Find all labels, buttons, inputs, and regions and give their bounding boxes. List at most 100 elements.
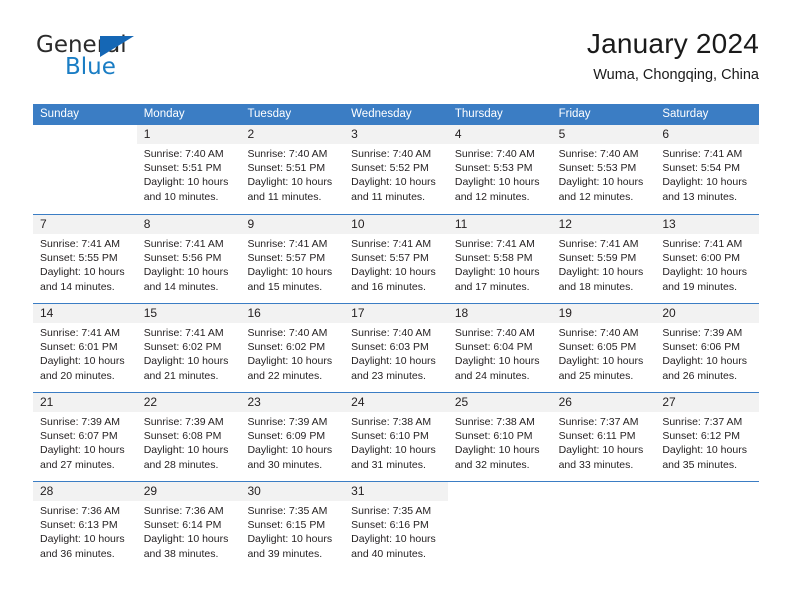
day-info: Sunrise: 7:41 AM Sunset: 5:57 PM Dayligh…	[344, 234, 448, 294]
daylight-text-line2: and 18 minutes.	[558, 280, 634, 293]
day-cell[interactable]: 14 Sunrise: 7:41 AM Sunset: 6:01 PM Dayl…	[33, 304, 137, 392]
day-number: 6	[655, 125, 760, 144]
day-cell[interactable]: 28 Sunrise: 7:36 AM Sunset: 6:13 PM Dayl…	[33, 482, 137, 570]
day-cell[interactable]: 31 Sunrise: 7:35 AM Sunset: 6:16 PM Dayl…	[344, 482, 448, 570]
day-cell[interactable]: 17 Sunrise: 7:40 AM Sunset: 6:03 PM Dayl…	[344, 304, 448, 392]
sunrise-text: Sunrise: 7:36 AM	[40, 505, 120, 517]
weekday-header-row: Sunday Monday Tuesday Wednesday Thursday…	[33, 104, 759, 125]
daylight-text-line2: and 39 minutes.	[247, 547, 323, 560]
daylight-text-line1: Daylight: 10 hours	[40, 355, 125, 368]
day-number: 31	[344, 482, 448, 501]
day-info: Sunrise: 7:40 AM Sunset: 6:04 PM Dayligh…	[448, 323, 552, 383]
day-info: Sunrise: 7:41 AM Sunset: 6:01 PM Dayligh…	[33, 323, 137, 383]
day-cell[interactable]: 1 Sunrise: 7:40 AM Sunset: 5:51 PM Dayli…	[136, 125, 241, 214]
day-info: Sunrise: 7:36 AM Sunset: 6:14 PM Dayligh…	[137, 501, 241, 561]
day-cell[interactable]: 11 Sunrise: 7:41 AM Sunset: 5:58 PM Dayl…	[447, 215, 552, 303]
sunset-text: Sunset: 5:58 PM	[454, 252, 533, 265]
day-cell[interactable]: 21 Sunrise: 7:39 AM Sunset: 6:07 PM Dayl…	[33, 393, 137, 481]
sunrise-text: Sunrise: 7:41 AM	[143, 327, 224, 339]
day-cell[interactable]: 4 Sunrise: 7:40 AM Sunset: 5:53 PM Dayli…	[447, 125, 552, 214]
daylight-text-line2: and 14 minutes.	[143, 280, 219, 293]
daylight-text-line2: and 20 minutes.	[40, 369, 115, 382]
day-cell[interactable]: 2 Sunrise: 7:40 AM Sunset: 5:51 PM Dayli…	[240, 125, 345, 214]
day-info: Sunrise: 7:39 AM Sunset: 6:09 PM Dayligh…	[240, 412, 344, 472]
day-info: Sunrise: 7:37 AM Sunset: 6:11 PM Dayligh…	[552, 412, 656, 472]
sunrise-text: Sunrise: 7:37 AM	[558, 416, 639, 428]
daylight-text-line2: and 25 minutes.	[558, 369, 634, 382]
day-cell[interactable]: 16 Sunrise: 7:40 AM Sunset: 6:02 PM Dayl…	[240, 304, 345, 392]
sunrise-text: Sunrise: 7:40 AM	[558, 148, 639, 160]
daylight-text-line2: and 17 minutes.	[454, 280, 530, 293]
day-info: Sunrise: 7:40 AM Sunset: 6:03 PM Dayligh…	[344, 323, 448, 383]
day-cell[interactable]: 25 Sunrise: 7:38 AM Sunset: 6:10 PM Dayl…	[447, 393, 552, 481]
calendar-grid: Sunday Monday Tuesday Wednesday Thursday…	[33, 104, 760, 570]
day-cell[interactable]: 8 Sunrise: 7:41 AM Sunset: 5:56 PM Dayli…	[136, 215, 241, 303]
day-cell[interactable]: 5 Sunrise: 7:40 AM Sunset: 5:53 PM Dayli…	[551, 125, 656, 214]
day-info: Sunrise: 7:41 AM Sunset: 5:58 PM Dayligh…	[448, 234, 552, 294]
daylight-text-line2: and 23 minutes.	[351, 369, 426, 382]
daylight-text-line2: and 28 minutes.	[143, 458, 219, 471]
daylight-text-line2: and 35 minutes.	[662, 458, 738, 471]
daylight-text-line2: and 32 minutes.	[454, 458, 530, 471]
day-cell[interactable]: 27 Sunrise: 7:37 AM Sunset: 6:12 PM Dayl…	[655, 393, 760, 481]
day-cell-empty	[551, 482, 656, 570]
daylight-text-line1: Daylight: 10 hours	[143, 176, 229, 189]
day-cell[interactable]: 9 Sunrise: 7:41 AM Sunset: 5:57 PM Dayli…	[240, 215, 345, 303]
sunset-text: Sunset: 6:12 PM	[662, 430, 740, 443]
sunrise-text: Sunrise: 7:41 AM	[143, 238, 224, 250]
day-info: Sunrise: 7:36 AM Sunset: 6:13 PM Dayligh…	[33, 501, 137, 561]
day-cell[interactable]: 13 Sunrise: 7:41 AM Sunset: 6:00 PM Dayl…	[655, 215, 760, 303]
day-number: 2	[240, 125, 345, 144]
day-cell[interactable]: 6 Sunrise: 7:41 AM Sunset: 5:54 PM Dayli…	[655, 125, 760, 214]
day-number: 26	[551, 393, 656, 412]
daylight-text-line2: and 40 minutes.	[351, 547, 426, 560]
day-info: Sunrise: 7:41 AM Sunset: 5:56 PM Dayligh…	[137, 234, 241, 294]
day-cell[interactable]: 12 Sunrise: 7:41 AM Sunset: 5:59 PM Dayl…	[551, 215, 656, 303]
day-number: 16	[240, 304, 345, 323]
daylight-text-line1: Daylight: 10 hours	[558, 266, 644, 279]
week-row: 21 Sunrise: 7:39 AM Sunset: 6:07 PM Dayl…	[33, 392, 760, 481]
daylight-text-line1: Daylight: 10 hours	[247, 444, 333, 457]
day-info: Sunrise: 7:38 AM Sunset: 6:10 PM Dayligh…	[344, 412, 448, 472]
day-info: Sunrise: 7:39 AM Sunset: 6:07 PM Dayligh…	[33, 412, 137, 472]
day-cell[interactable]: 22 Sunrise: 7:39 AM Sunset: 6:08 PM Dayl…	[136, 393, 241, 481]
weekday-header-friday: Friday	[558, 108, 591, 120]
day-cell[interactable]: 7 Sunrise: 7:41 AM Sunset: 5:55 PM Dayli…	[33, 215, 137, 303]
week-row: 28 Sunrise: 7:36 AM Sunset: 6:13 PM Dayl…	[33, 481, 760, 570]
sunrise-text: Sunrise: 7:37 AM	[662, 416, 743, 428]
weekday-header-tuesday: Tuesday	[247, 108, 292, 120]
daylight-text-line2: and 16 minutes.	[351, 280, 426, 293]
day-cell[interactable]: 19 Sunrise: 7:40 AM Sunset: 6:05 PM Dayl…	[551, 304, 656, 392]
day-number: 1	[136, 125, 241, 144]
sunset-text: Sunset: 6:08 PM	[143, 430, 222, 443]
day-cell[interactable]: 24 Sunrise: 7:38 AM Sunset: 6:10 PM Dayl…	[344, 393, 448, 481]
day-number: 9	[240, 215, 345, 234]
weekday-header-monday: Monday	[143, 108, 185, 120]
day-number: 11	[447, 215, 552, 234]
day-info: Sunrise: 7:41 AM Sunset: 5:55 PM Dayligh…	[33, 234, 137, 294]
day-cell[interactable]: 23 Sunrise: 7:39 AM Sunset: 6:09 PM Dayl…	[240, 393, 345, 481]
day-number: 18	[447, 304, 552, 323]
sunset-text: Sunset: 5:54 PM	[662, 162, 740, 175]
day-cell[interactable]: 26 Sunrise: 7:37 AM Sunset: 6:11 PM Dayl…	[551, 393, 656, 481]
day-cell[interactable]: 20 Sunrise: 7:39 AM Sunset: 6:06 PM Dayl…	[655, 304, 760, 392]
day-cell[interactable]: 10 Sunrise: 7:41 AM Sunset: 5:57 PM Dayl…	[344, 215, 448, 303]
sunset-text: Sunset: 6:04 PM	[454, 341, 533, 354]
sunrise-text: Sunrise: 7:39 AM	[40, 416, 120, 428]
daylight-text-line1: Daylight: 10 hours	[143, 444, 229, 457]
day-info: Sunrise: 7:41 AM Sunset: 6:00 PM Dayligh…	[655, 234, 759, 294]
day-info: Sunrise: 7:40 AM Sunset: 5:53 PM Dayligh…	[552, 144, 656, 204]
day-cell[interactable]: 3 Sunrise: 7:40 AM Sunset: 5:52 PM Dayli…	[344, 125, 448, 214]
sunrise-text: Sunrise: 7:41 AM	[662, 148, 743, 160]
day-cell[interactable]: 18 Sunrise: 7:40 AM Sunset: 6:04 PM Dayl…	[447, 304, 552, 392]
day-cell[interactable]: 15 Sunrise: 7:41 AM Sunset: 6:02 PM Dayl…	[136, 304, 241, 392]
week-row: 1 Sunrise: 7:40 AM Sunset: 5:51 PM Dayli…	[33, 125, 760, 214]
sunrise-text: Sunrise: 7:41 AM	[558, 238, 639, 250]
sunset-text: Sunset: 6:14 PM	[143, 519, 222, 532]
day-cell[interactable]: 29 Sunrise: 7:36 AM Sunset: 6:14 PM Dayl…	[136, 482, 241, 570]
day-cell-empty	[447, 482, 552, 570]
general-blue-logo: General Blue	[36, 34, 236, 90]
day-cell[interactable]: 30 Sunrise: 7:35 AM Sunset: 6:15 PM Dayl…	[240, 482, 345, 570]
sunset-text: Sunset: 5:52 PM	[351, 162, 429, 175]
page-title: January 2024	[586, 28, 759, 59]
